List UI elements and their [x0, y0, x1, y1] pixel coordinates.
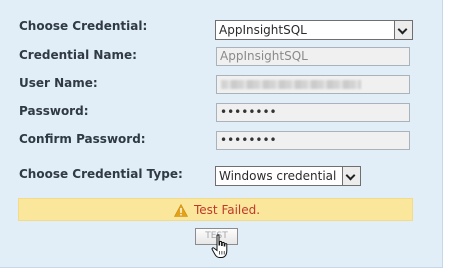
confirm-password-label: Confirm Password: [19, 132, 146, 146]
status-message-content: Test Failed. [174, 202, 260, 218]
status-message-bar: Test Failed. [18, 198, 413, 221]
user-name-field[interactable] [216, 75, 410, 94]
page-margin [443, 0, 456, 276]
warning-icon [174, 203, 188, 217]
choose-credential-label: Choose Credential: [19, 19, 148, 33]
user-name-label: User Name: [19, 76, 98, 90]
confirm-password-field[interactable]: •••••••• [216, 131, 410, 150]
credential-type-select[interactable]: Windows credential [215, 166, 361, 186]
status-message-text: Test Failed. [194, 203, 261, 217]
credential-type-value: Windows credential [219, 169, 337, 183]
chevron-down-icon[interactable] [394, 21, 412, 39]
chevron-down-icon[interactable] [342, 167, 360, 185]
credential-type-label: Choose Credential Type: [19, 167, 183, 181]
credential-name-label: Credential Name: [19, 48, 137, 62]
choose-credential-select[interactable]: AppInsightSQL [215, 20, 413, 40]
blurred-username-redaction [221, 80, 361, 89]
choose-credential-value: AppInsightSQL [219, 23, 307, 37]
password-field[interactable]: •••••••• [216, 103, 410, 122]
hand-pointer-icon [211, 234, 228, 258]
credential-name-field[interactable]: AppInsightSQL [216, 47, 410, 66]
password-label: Password: [19, 104, 89, 118]
